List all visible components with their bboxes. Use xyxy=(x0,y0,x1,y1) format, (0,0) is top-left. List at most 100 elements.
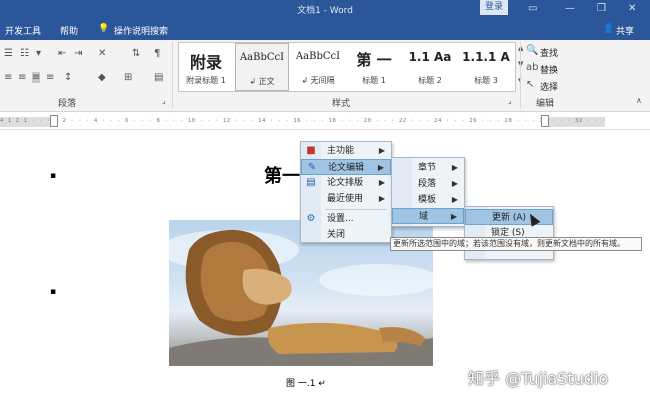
menu-item-close[interactable]: 关闭 xyxy=(301,227,391,243)
style-preview: 1.1.1 A xyxy=(462,50,510,64)
watermark-text: 知乎 @TujiaStudio xyxy=(468,369,609,388)
style-heading-1[interactable]: 第 一 标题 1 xyxy=(347,43,401,91)
menu-item-paper-edit[interactable]: ✎ 论文编辑 ▶ xyxy=(301,159,391,175)
menu-item-paper-layout[interactable]: ▤ 论文排版 ▶ xyxy=(301,175,391,191)
select-button[interactable]: 选择 xyxy=(540,80,558,93)
style-preview: 1.1 Aa xyxy=(408,50,452,64)
ruler-scale: 4 1 2 1 · · · · 2 · · · 4 · · · 6 · · · … xyxy=(0,118,605,124)
chevron-right-icon: ▶ xyxy=(451,195,458,204)
editing-group-label: 编辑 xyxy=(536,99,555,109)
style-name: ↲ 正文 xyxy=(249,77,275,86)
decrease-indent-icon[interactable]: ⇤ xyxy=(58,48,66,59)
menu-item-label: 模板 xyxy=(418,195,437,205)
align-center-icon[interactable]: ≡ xyxy=(18,72,26,83)
menu-item-settings[interactable]: ⚙ 设置... xyxy=(301,211,391,227)
menu-item-label: 域 xyxy=(419,212,429,222)
chevron-right-icon: ▶ xyxy=(378,146,385,155)
styles-group-label: 样式 xyxy=(332,99,351,109)
menu-item-label: 论文排版 xyxy=(327,178,364,188)
menu-item-label: 最近使用 xyxy=(327,194,364,204)
context-menu-paper-edit: 章节 ▶ 段落 ▶ 模板 ▶ 域 ▶ xyxy=(391,157,465,227)
bullets-icon[interactable]: ☰ xyxy=(4,48,13,59)
find-button[interactable]: 查找 xyxy=(540,46,558,59)
left-indent-marker[interactable] xyxy=(50,115,58,127)
title-bar: 文档1 - Word 登录 ▭ — ❐ ✕ xyxy=(0,0,650,20)
menu-item-update-field[interactable]: 更新 (A) xyxy=(465,209,553,225)
menu-bar: 开发工具 帮助 💡 操作说明搜索 👤 共享 xyxy=(0,20,650,40)
style-name: 附录标题 1 xyxy=(186,76,226,85)
paragraph-launcher-icon[interactable]: ⌟ xyxy=(162,96,166,105)
menu-item-recent[interactable]: 最近使用 ▶ xyxy=(301,191,391,207)
borders-icon[interactable]: ⊞ xyxy=(124,72,132,83)
chinese-layout-icon[interactable]: ✕ xyxy=(98,48,106,59)
lightbulb-icon: 💡 xyxy=(98,24,110,34)
menu-item-label: 关闭 xyxy=(327,230,346,240)
horizontal-ruler[interactable]: 4 1 2 1 · · · · 2 · · · 4 · · · 6 · · · … xyxy=(0,113,650,130)
minimize-button[interactable]: — xyxy=(565,3,575,14)
show-marks-icon[interactable]: ¶ xyxy=(154,48,160,59)
align-left-icon[interactable]: ≡ xyxy=(4,72,12,83)
menu-divider xyxy=(325,209,387,210)
styles-gallery: 附录 附录标题 1 AaBbCcI ↲ 正文 AaBbCcI ↲ 无间隔 第 一… xyxy=(178,42,516,92)
chevron-right-icon: ▶ xyxy=(378,178,385,187)
outline-icon[interactable]: ▤ xyxy=(154,72,163,83)
chevron-down-icon[interactable]: ▾ xyxy=(36,48,41,59)
style-heading-2[interactable]: 1.1 Aa 标题 2 xyxy=(403,43,457,91)
share-button[interactable]: 共享 xyxy=(616,24,634,37)
menu-item-field[interactable]: 域 ▶ xyxy=(392,208,464,224)
ribbon: ☰ ☷ ▾ ⇤ ⇥ ✕ ⇅ ¶ ≡ ≡ ≡ ≡ ↕ ◆ ⊞ ▤ 段落 ⌟ 附录 … xyxy=(0,40,650,112)
style-preview: AaBbCcI xyxy=(295,51,341,62)
replace-button[interactable]: 替换 xyxy=(540,63,558,76)
paragraph-mark: ▪ xyxy=(50,287,57,297)
menu-item-label: 段落 xyxy=(418,179,437,189)
ribbon-display-icon[interactable]: ▭ xyxy=(528,3,537,14)
sort-icon[interactable]: ⇅ xyxy=(132,48,140,59)
chevron-right-icon: ▶ xyxy=(377,163,384,172)
chevron-right-icon: ▶ xyxy=(451,179,458,188)
menu-item-main-function[interactable]: ■ 主功能 ▶ xyxy=(301,143,391,159)
select-icon: ↖ xyxy=(526,79,535,90)
chevron-right-icon: ▶ xyxy=(378,194,385,203)
tooltip: 更新所选范围中的域；若该范围没有域，则更新文档中的所有域。 xyxy=(390,237,642,251)
styles-launcher-icon[interactable]: ⌟ xyxy=(508,96,512,105)
shading-icon[interactable]: ◆ xyxy=(98,72,106,83)
tab-help[interactable]: 帮助 xyxy=(60,24,78,37)
replace-icon: ab xyxy=(526,62,539,73)
paragraph-group-label: 段落 xyxy=(58,99,77,109)
style-normal[interactable]: AaBbCcI ↲ 正文 xyxy=(235,43,289,91)
chevron-right-icon: ▶ xyxy=(451,163,458,172)
style-preview: 附录 xyxy=(189,53,222,72)
settings-gear-icon: ⚙ xyxy=(306,213,316,224)
numbering-icon[interactable]: ☷ xyxy=(20,48,29,59)
tab-developer[interactable]: 开发工具 xyxy=(5,24,41,37)
collapse-ribbon-icon[interactable]: ∧ xyxy=(636,96,642,105)
line-spacing-icon[interactable]: ↕ xyxy=(64,72,72,83)
menu-item-template[interactable]: 模板 ▶ xyxy=(392,192,464,208)
increase-indent-icon[interactable]: ⇥ xyxy=(74,48,82,59)
menu-item-chapter[interactable]: 章节 ▶ xyxy=(392,160,464,176)
style-appendix-heading[interactable]: 附录 附录标题 1 xyxy=(179,43,233,91)
right-indent-marker[interactable] xyxy=(541,115,549,127)
login-button[interactable]: 登录 xyxy=(480,0,508,15)
style-no-spacing[interactable]: AaBbCcI ↲ 无间隔 xyxy=(291,43,345,91)
align-right-icon[interactable]: ≡ xyxy=(46,72,54,83)
figure-caption: 图 一.1 ↵ xyxy=(286,379,326,389)
tell-me-search[interactable]: 操作说明搜索 xyxy=(114,24,168,37)
menu-item-label: 论文编辑 xyxy=(328,163,365,173)
paragraph-mark: ▪ xyxy=(50,171,57,181)
style-name: 标题 2 xyxy=(418,76,442,85)
menu-item-paragraph[interactable]: 段落 ▶ xyxy=(392,176,464,192)
style-name: ↲ 无间隔 xyxy=(301,76,335,85)
menu-item-label: 主功能 xyxy=(327,146,355,156)
paper-edit-icon: ✎ xyxy=(307,162,317,173)
close-button[interactable]: ✕ xyxy=(628,3,636,14)
style-heading-3[interactable]: 1.1.1 A 标题 3 xyxy=(459,43,513,91)
style-preview: AaBbCcI xyxy=(239,52,285,63)
justify-icon[interactable]: ≡ xyxy=(32,72,41,83)
restore-button[interactable]: ❐ xyxy=(597,3,606,14)
person-icon: 👤 xyxy=(603,24,615,34)
group-divider xyxy=(172,42,173,108)
context-menu-main: ■ 主功能 ▶ ✎ 论文编辑 ▶ ▤ 论文排版 ▶ 最近使用 ▶ ⚙ 设置...… xyxy=(300,141,392,243)
group-divider xyxy=(520,42,521,108)
style-name: 标题 1 xyxy=(362,76,386,85)
